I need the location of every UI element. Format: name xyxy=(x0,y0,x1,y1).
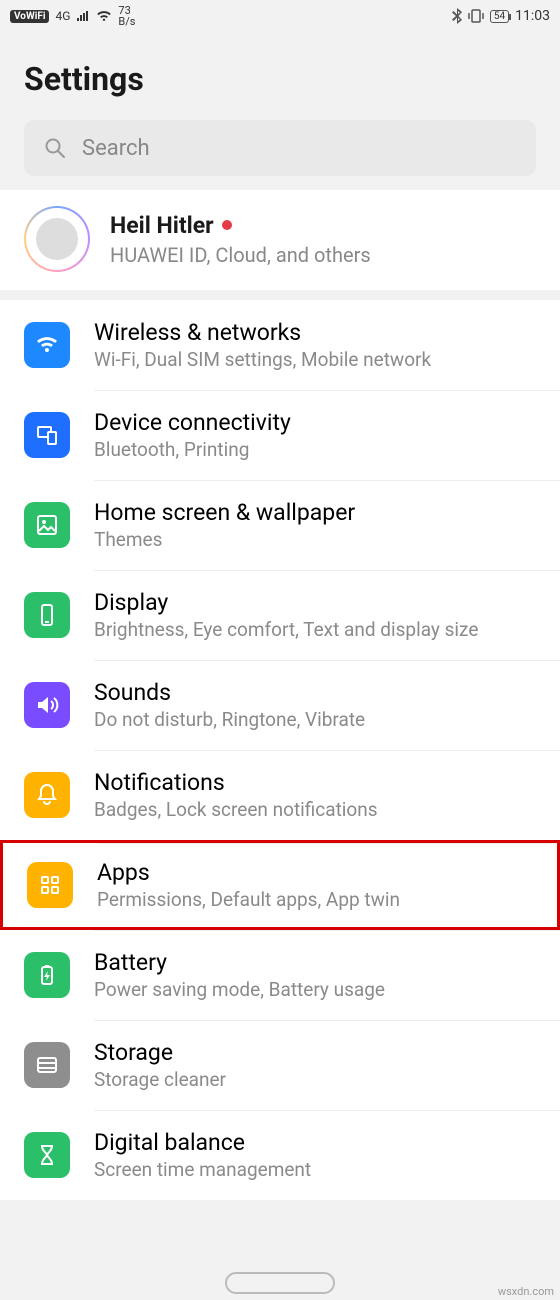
search-icon xyxy=(44,137,66,159)
item-storage[interactable]: Storage Storage cleaner xyxy=(0,1020,560,1110)
storage-icon xyxy=(24,1042,70,1088)
item-home-screen[interactable]: Home screen & wallpaper Themes xyxy=(0,480,560,570)
status-right: 54 11:03 xyxy=(452,8,550,24)
item-notifications[interactable]: Notifications Badges, Lock screen notifi… xyxy=(0,750,560,840)
item-title: Apps xyxy=(97,859,547,886)
item-sub: Power saving mode, Battery usage xyxy=(94,978,550,1001)
item-sub: Bluetooth, Printing xyxy=(94,438,550,461)
page-title: Settings xyxy=(24,60,536,98)
item-sub: Brightness, Eye comfort, Text and displa… xyxy=(94,618,550,641)
network-label: 4G xyxy=(55,9,70,23)
battery-icon xyxy=(24,952,70,998)
item-title: Home screen & wallpaper xyxy=(94,499,550,526)
item-display[interactable]: Display Brightness, Eye comfort, Text an… xyxy=(0,570,560,660)
item-sub: Themes xyxy=(94,528,550,551)
item-title: Notifications xyxy=(94,769,550,796)
vibrate-icon xyxy=(468,9,484,23)
account-text: Heil Hitler HUAWEI ID, Cloud, and others xyxy=(110,212,371,267)
search-input[interactable]: Search xyxy=(24,120,536,176)
item-sub: Permissions, Default apps, App twin xyxy=(97,888,547,911)
account-subtitle: HUAWEI ID, Cloud, and others xyxy=(110,243,371,267)
battery-status-icon: 54 xyxy=(490,10,509,23)
item-sub: Do not disturb, Ringtone, Vibrate xyxy=(94,708,550,731)
item-sub: Wi-Fi, Dual SIM settings, Mobile network xyxy=(94,348,550,371)
wifi-icon xyxy=(24,322,70,368)
item-sounds[interactable]: Sounds Do not disturb, Ringtone, Vibrate xyxy=(0,660,560,750)
image-icon xyxy=(24,502,70,548)
hourglass-icon xyxy=(24,1132,70,1178)
phone-icon xyxy=(24,592,70,638)
sound-icon xyxy=(24,682,70,728)
item-title: Battery xyxy=(94,949,550,976)
item-sub: Badges, Lock screen notifications xyxy=(94,798,550,821)
item-title: Device connectivity xyxy=(94,409,550,436)
item-battery[interactable]: Battery Power saving mode, Battery usage xyxy=(0,930,560,1020)
item-apps[interactable]: Apps Permissions, Default apps, App twin xyxy=(0,840,560,930)
item-device-connectivity[interactable]: Device connectivity Bluetooth, Printing xyxy=(0,390,560,480)
account-row[interactable]: Heil Hitler HUAWEI ID, Cloud, and others xyxy=(0,190,560,300)
item-wireless[interactable]: Wireless & networks Wi-Fi, Dual SIM sett… xyxy=(0,300,560,390)
signal-icon xyxy=(76,10,90,22)
devices-icon xyxy=(24,412,70,458)
net-speed: 73B/s xyxy=(118,5,135,27)
item-title: Display xyxy=(94,589,550,616)
page-title-area: Settings xyxy=(0,32,560,120)
grid-icon xyxy=(27,862,73,908)
settings-list: Wireless & networks Wi-Fi, Dual SIM sett… xyxy=(0,300,560,1200)
clock-time: 11:03 xyxy=(515,8,550,24)
gesture-nav-pill[interactable] xyxy=(225,1272,335,1294)
item-digital-balance[interactable]: Digital balance Screen time management xyxy=(0,1110,560,1200)
item-sub: Screen time management xyxy=(94,1158,550,1181)
watermark: wsxdn.com xyxy=(498,1285,554,1298)
item-title: Digital balance xyxy=(94,1129,550,1156)
notification-dot xyxy=(222,220,232,230)
search-placeholder: Search xyxy=(82,136,150,161)
status-left: VoWiFi 4G 73B/s xyxy=(10,5,135,27)
account-name-row: Heil Hitler xyxy=(110,212,371,239)
vowifi-badge: VoWiFi xyxy=(10,10,49,23)
wifi-status-icon xyxy=(96,10,112,22)
avatar xyxy=(24,206,90,272)
item-title: Wireless & networks xyxy=(94,319,550,346)
status-bar: VoWiFi 4G 73B/s 54 11:03 xyxy=(0,0,560,32)
item-title: Storage xyxy=(94,1039,550,1066)
bluetooth-icon xyxy=(452,8,462,24)
bell-icon xyxy=(24,772,70,818)
item-title: Sounds xyxy=(94,679,550,706)
account-name: Heil Hitler xyxy=(110,212,214,239)
item-sub: Storage cleaner xyxy=(94,1068,550,1091)
